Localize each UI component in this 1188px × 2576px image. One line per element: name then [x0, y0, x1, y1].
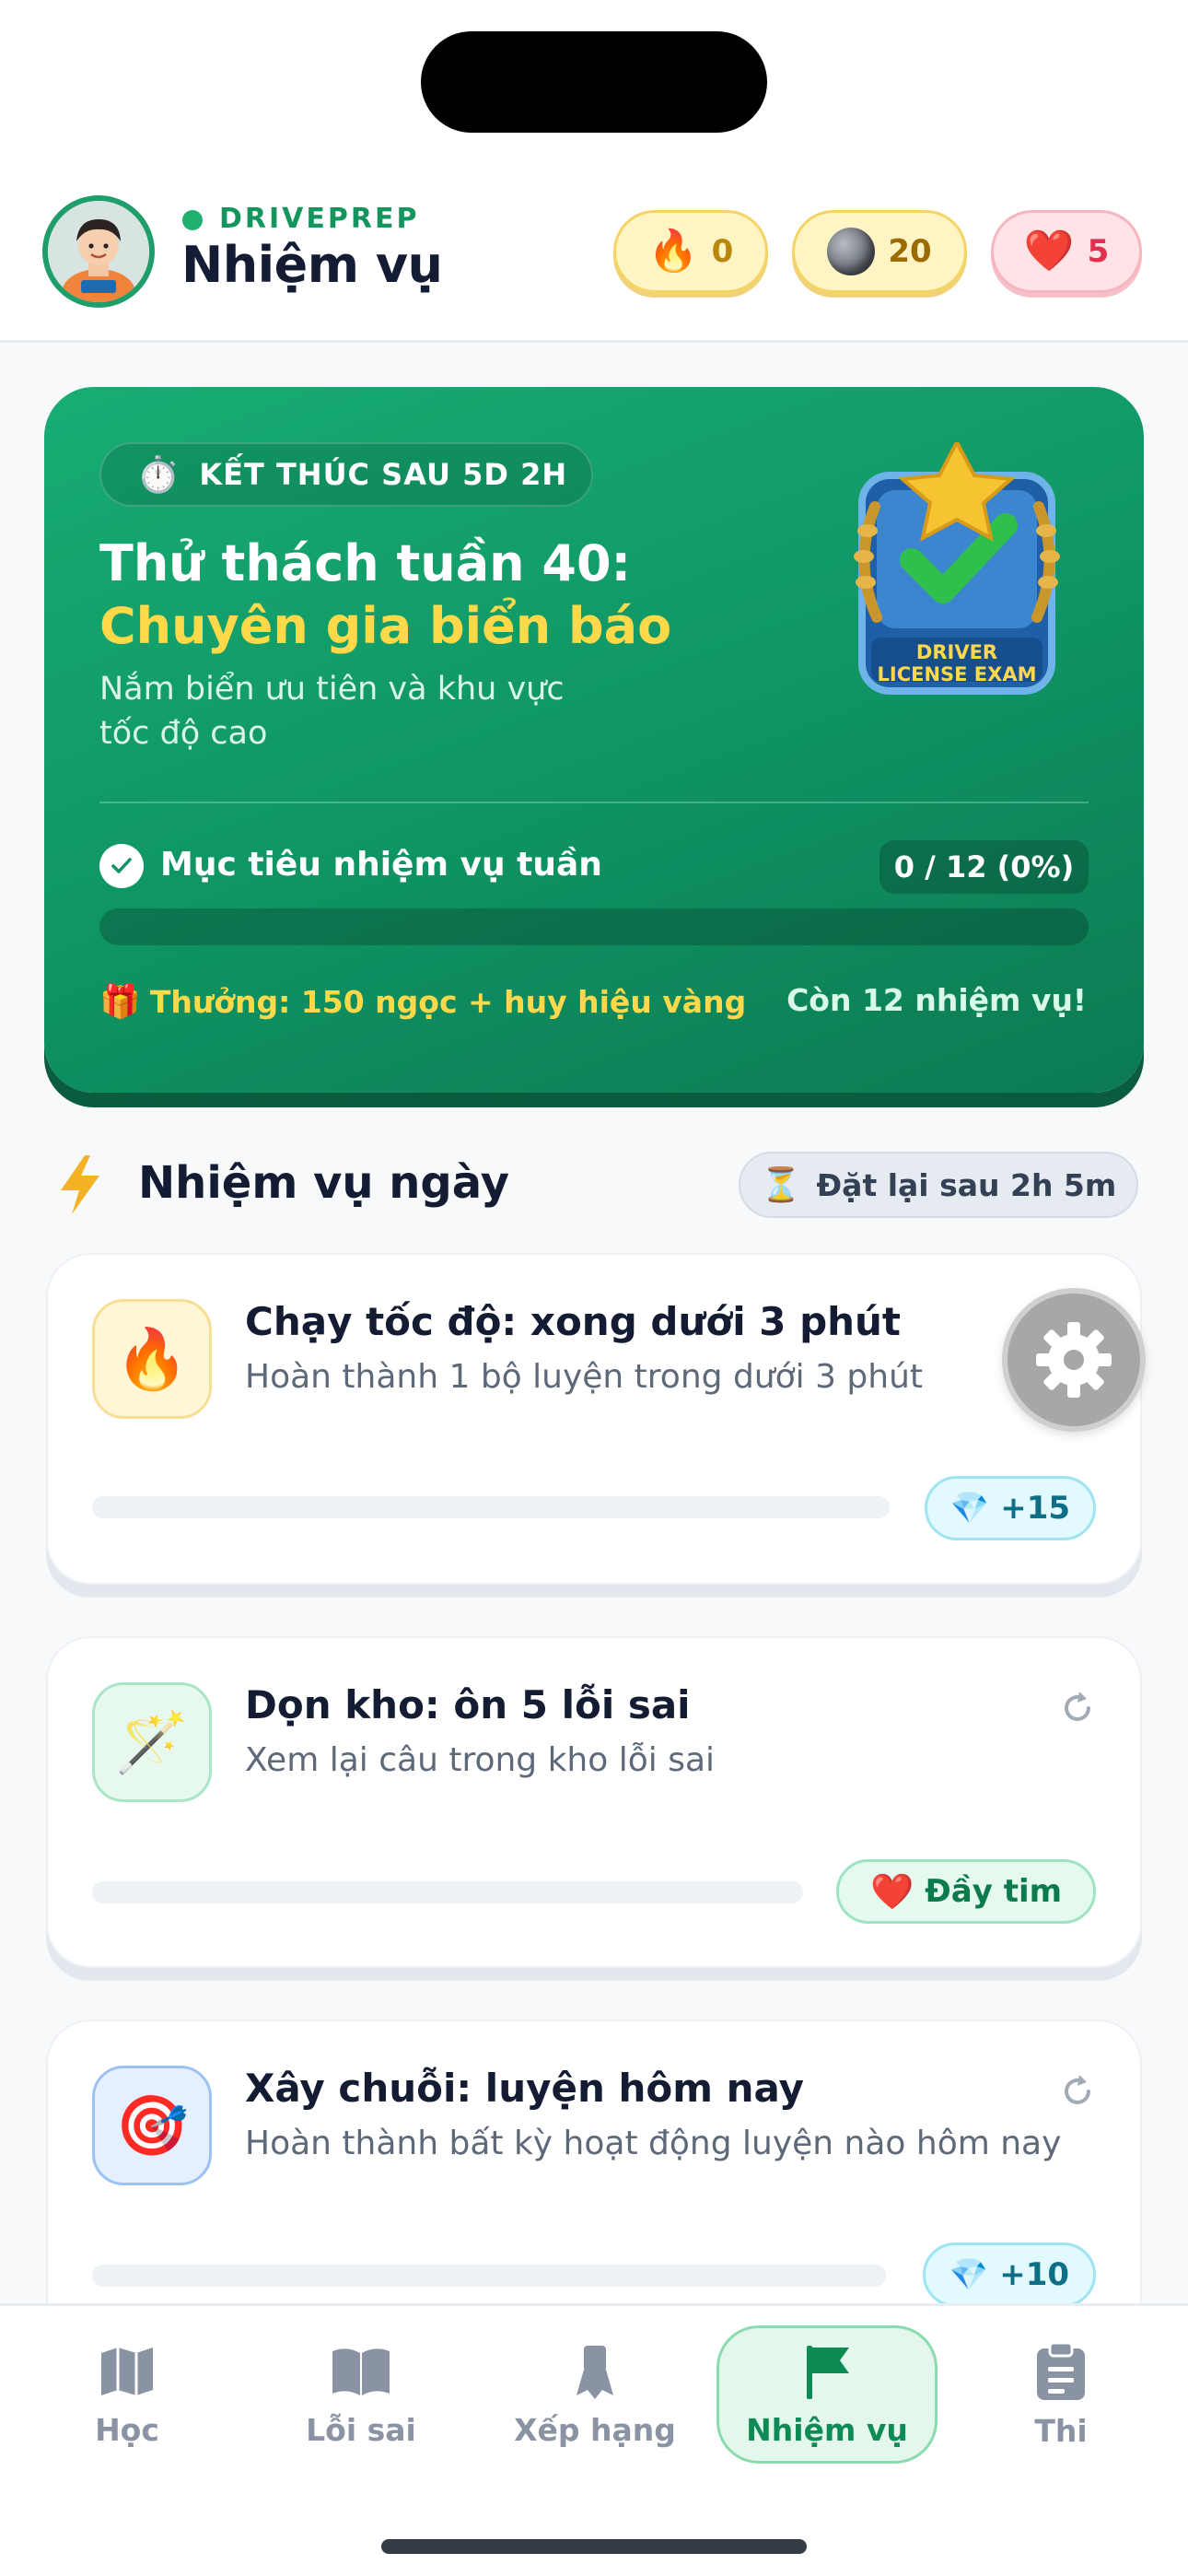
- heart-icon: ❤️: [869, 1870, 914, 1912]
- heart-icon: ❤️: [1023, 228, 1075, 275]
- refresh-icon[interactable]: [1057, 1688, 1098, 1728]
- quest-progress-bar: [92, 1881, 803, 1903]
- flag-icon: [807, 2345, 849, 2399]
- stopwatch-icon: ⏱️: [136, 453, 181, 495]
- weekly-reward: 🎁 Thưởng: 150 ngọc + huy hiệu vàng: [99, 982, 746, 1021]
- dynamic-island: [421, 31, 767, 133]
- nav-item-loi-sai[interactable]: Lỗi sai: [250, 2325, 472, 2464]
- fire-icon: 🔥: [92, 1299, 212, 1419]
- nav-label: Thi: [1034, 2412, 1088, 2449]
- nav-item-thi[interactable]: Thi: [950, 2325, 1171, 2464]
- avatar[interactable]: [42, 195, 155, 308]
- ribbon-icon: [577, 2345, 613, 2399]
- weekly-timer-text: KẾT THÚC SAU 5D 2H: [199, 457, 568, 492]
- weekly-progress-bar: [99, 908, 1089, 945]
- moon-gem-icon: [827, 228, 876, 275]
- nav-label: Nhiệm vụ: [746, 2411, 908, 2448]
- online-dot: [182, 210, 203, 230]
- check-icon: [99, 844, 144, 888]
- badge-caption: DRIVER LICENSE EXAM: [877, 641, 1037, 685]
- quest-reward-text: +10: [999, 2256, 1070, 2293]
- page-title: Nhiệm vụ: [181, 236, 443, 294]
- gem-value: 20: [888, 233, 932, 270]
- nav-label: Lỗi sai: [306, 2411, 416, 2448]
- quest-reward-text: Đầy tim: [925, 1873, 1063, 1910]
- quest-progress-bar: [92, 1496, 890, 1518]
- hourglass-icon: ⏳: [760, 1166, 802, 1204]
- quest-reward-chip: ❤️ Đầy tim: [836, 1859, 1096, 1924]
- gem-icon: 💎: [949, 1490, 990, 1527]
- magic-wand-icon: 🪄: [92, 1682, 212, 1802]
- gem-counter[interactable]: 20: [792, 210, 967, 293]
- quest-subtitle: Hoàn thành 1 bộ luyện trong dưới 3 phút: [245, 1358, 924, 1396]
- weekly-description: Nắm biển ưu tiên và khu vực tốc độ cao: [99, 671, 565, 752]
- gem-icon: 💎: [949, 2256, 989, 2293]
- nav-label: Xếp hạng: [514, 2411, 676, 2448]
- target-icon: 🎯: [92, 2066, 212, 2185]
- quest-reward-text: +15: [1000, 1490, 1071, 1527]
- quest-subtitle: Xem lại câu trong kho lỗi sai: [245, 1741, 716, 1779]
- refresh-icon[interactable]: [1057, 2071, 1098, 2112]
- nav-item-xep-hang[interactable]: Xếp hạng: [484, 2325, 705, 2464]
- nav-item-nhiem-vu[interactable]: Nhiệm vụ: [716, 2325, 938, 2464]
- hearts-value: 5: [1087, 233, 1110, 270]
- weekly-goal-count: 0 / 12 (0%): [879, 840, 1089, 894]
- quest-reward-chip: 💎 +10: [923, 2242, 1096, 2307]
- book-icon: [332, 2348, 390, 2395]
- daily-reset-text: Đặt lại sau 2h 5m: [816, 1166, 1117, 1203]
- home-indicator: [381, 2539, 807, 2554]
- quest-title: Chạy tốc độ: xong dưới 3 phút: [245, 1299, 902, 1344]
- streak-counter[interactable]: 🔥 0: [613, 210, 768, 293]
- weekly-title: Thử thách tuần 40:: [99, 534, 632, 592]
- daily-section-title: Nhiệm vụ ngày: [138, 1157, 509, 1209]
- weekly-reward-text: Thưởng: 150 ngọc + huy hiệu vàng: [149, 983, 747, 1020]
- weekly-timer-chip: ⏱️ KẾT THÚC SAU 5D 2H: [99, 442, 593, 507]
- brand-name: DRIVEPREP: [219, 203, 420, 235]
- gear-icon: [1036, 1322, 1112, 1398]
- nav-item-hoc[interactable]: Học: [17, 2325, 238, 2464]
- quest-progress-bar: [92, 2265, 886, 2287]
- hearts-counter[interactable]: ❤️ 5: [991, 210, 1142, 293]
- streak-value: 0: [711, 233, 734, 270]
- avatar-image: [48, 201, 149, 302]
- daily-reset-chip: ⏳ Đặt lại sau 2h 5m: [739, 1152, 1138, 1218]
- fire-icon: 🔥: [647, 228, 699, 275]
- weekly-remaining: Còn 12 nhiệm vụ!: [786, 982, 1087, 1018]
- settings-button[interactable]: [1002, 1288, 1146, 1432]
- clipboard-icon: [1037, 2341, 1085, 2400]
- nav-label: Học: [95, 2411, 159, 2448]
- lightning-icon: [61, 1155, 99, 1214]
- quest-reward-chip: 💎 +15: [925, 1476, 1096, 1540]
- quest-subtitle: Hoàn thành bất kỳ hoạt động luyện nào hô…: [245, 2125, 1062, 2162]
- weekly-divider: [99, 802, 1089, 803]
- weekly-goal-label: Mục tiêu nhiệm vụ tuần: [160, 846, 602, 884]
- quest-title: Xây chuỗi: luyện hôm nay: [245, 2066, 804, 2111]
- map-icon: [101, 2347, 153, 2395]
- quest-title: Dọn kho: ôn 5 lỗi sai: [245, 1682, 691, 1727]
- weekly-subtitle: Chuyên gia biển báo: [99, 597, 672, 655]
- gift-icon: 🎁: [99, 983, 141, 1021]
